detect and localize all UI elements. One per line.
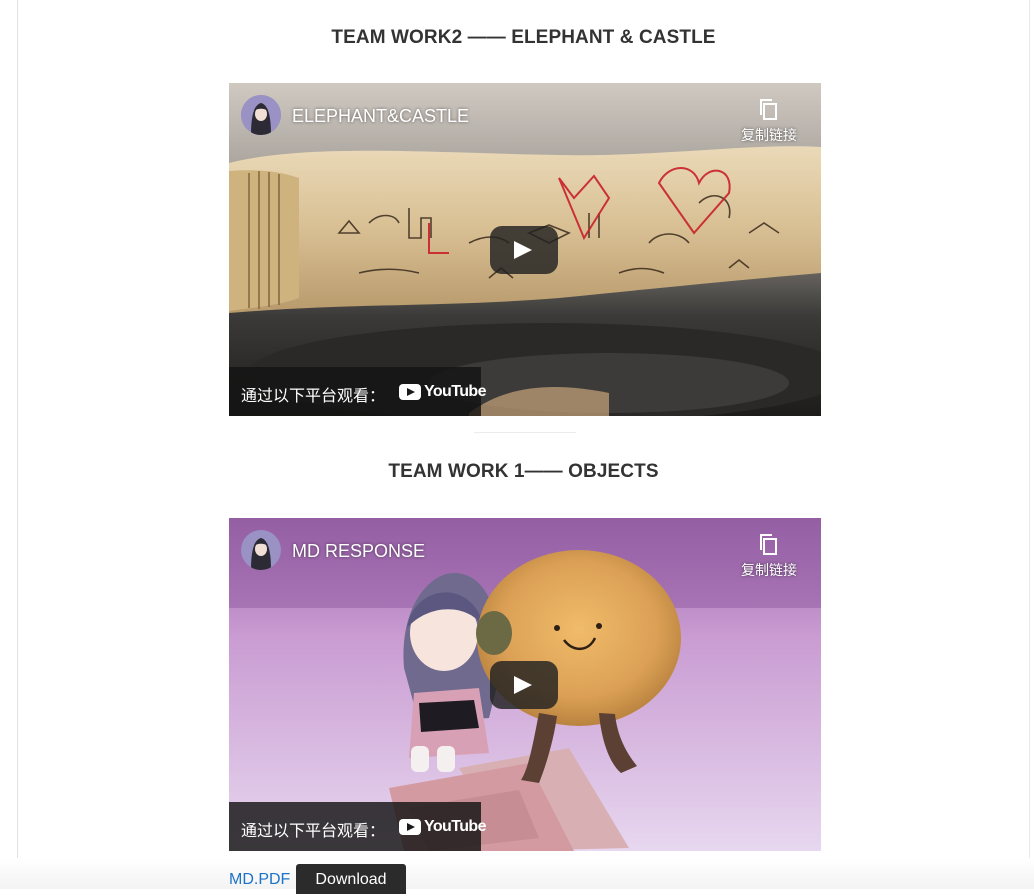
play-icon — [514, 241, 532, 259]
youtube-logo-icon: YouTube — [399, 817, 486, 837]
video-title[interactable]: ELEPHANT&CASTLE — [292, 106, 469, 127]
channel-avatar[interactable] — [241, 530, 281, 570]
video-title[interactable]: MD RESPONSE — [292, 541, 425, 562]
pdf-file-link[interactable]: MD.PDF — [229, 871, 290, 889]
watch-on-label: 通过以下平台观看： — [241, 388, 386, 405]
copy-icon — [760, 534, 777, 555]
watch-on-youtube-bar[interactable]: 通过以下平台观看： YouTube — [229, 802, 486, 851]
youtube-logo-icon: YouTube — [399, 382, 486, 402]
section-title-teamwork1: TEAM WORK 1—— OBJECTS — [388, 461, 659, 482]
copy-link-label: 复制链接 — [741, 127, 797, 143]
section-title-teamwork2: TEAM WORK2 —— ELEPHANT & CASTLE — [331, 27, 716, 48]
play-button[interactable] — [490, 226, 558, 274]
download-button[interactable]: Download — [296, 864, 406, 894]
copy-link-button[interactable]: 复制链接 — [739, 97, 799, 145]
watch-on-label: 通过以下平台观看： — [241, 823, 386, 840]
content-left-border — [17, 0, 18, 889]
channel-avatar[interactable] — [241, 95, 281, 135]
watch-on-youtube-bar[interactable]: 通过以下平台观看： YouTube — [229, 367, 486, 416]
copy-icon — [760, 99, 777, 120]
play-icon — [514, 676, 532, 694]
copy-link-label: 复制链接 — [741, 562, 797, 578]
section-divider — [474, 432, 576, 433]
video-embed-elephant-castle[interactable]: ELEPHANT&CASTLE 复制链接 通过以下平台观看： YouTube — [229, 83, 821, 416]
video-embed-md-response[interactable]: MD RESPONSE 复制链接 通过以下平台观看： YouTube — [229, 518, 821, 851]
play-button[interactable] — [490, 661, 558, 709]
copy-link-button[interactable]: 复制链接 — [739, 532, 799, 580]
youtube-logo-text: YouTube — [424, 818, 486, 835]
bottom-shade — [0, 858, 1034, 889]
content-right-border — [1029, 0, 1030, 889]
youtube-logo-text: YouTube — [424, 383, 486, 400]
